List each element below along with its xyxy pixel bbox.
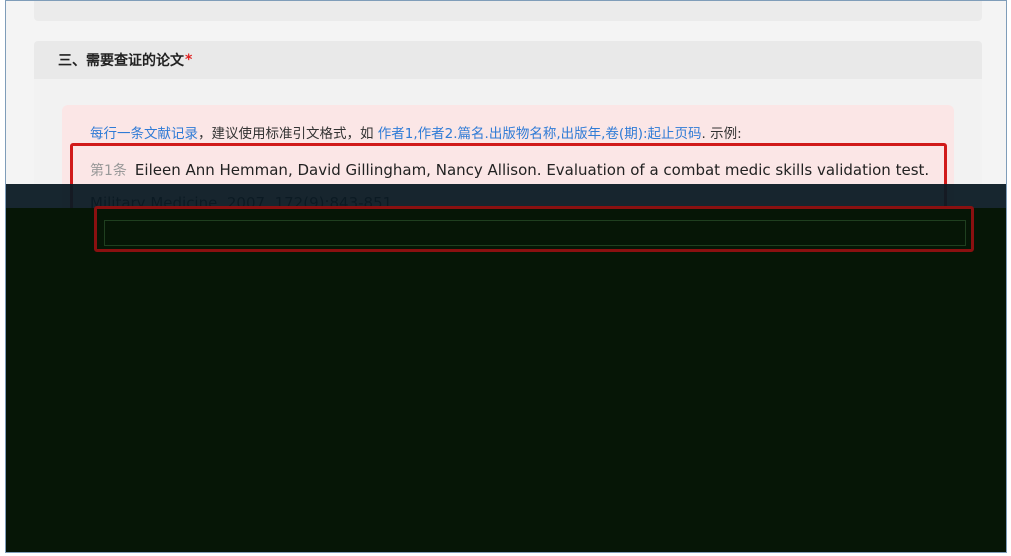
hint-example-label: . 示例: — [701, 126, 742, 142]
hint-text: ，建议使用标准引文格式，如 — [198, 126, 378, 142]
occluded-area — [6, 208, 1006, 552]
format-hint: 每行一条文献记录，建议使用标准引文格式，如 作者1,作者2.篇名.出版物名称,出… — [90, 122, 742, 142]
occluded-band — [6, 184, 1006, 208]
section-header: 三、需要查证的论文 * — [34, 41, 982, 79]
hint-format-example: 作者1,作者2.篇名.出版物名称,出版年,卷(期):起止页码 — [377, 126, 702, 142]
previous-section-card — [34, 1, 982, 21]
paper-input-inner — [104, 220, 966, 246]
required-marker: * — [185, 52, 193, 68]
example-prefix: 第1条 — [90, 163, 127, 179]
section-title: 三、需要查证的论文 — [58, 53, 184, 69]
page-frame: 三、需要查证的论文 * 每行一条文献记录，建议使用标准引文格式，如 作者1,作者2… — [5, 0, 1007, 553]
hint-link-one-per-line: 每行一条文献记录 — [90, 126, 198, 142]
